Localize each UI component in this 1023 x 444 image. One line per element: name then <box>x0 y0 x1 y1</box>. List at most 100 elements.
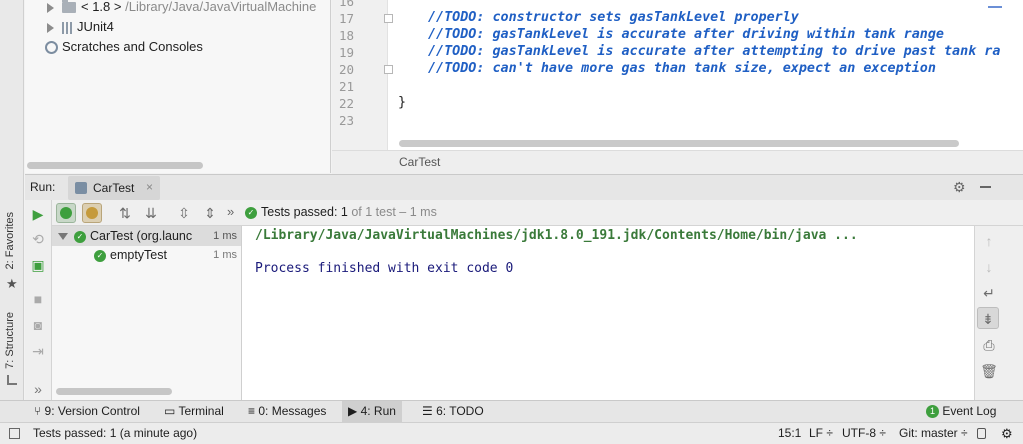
run-side-toolbar: ▶ ⟲ ▣ ■ ◙ ⇥ » <box>25 200 52 400</box>
tree-item-jdk[interactable]: < 1.8 > /Library/Java/JavaVirtualMachine <box>47 0 316 17</box>
fold-marker-icon[interactable] <box>384 65 393 74</box>
rerun-failed-icon[interactable]: ⟲ <box>29 230 47 248</box>
collapse-all-icon[interactable]: ⇕ <box>201 204 219 222</box>
collapse-arrow-icon[interactable] <box>58 233 68 241</box>
close-icon[interactable]: × <box>146 180 153 194</box>
tab-terminal[interactable]: ▭ Terminal <box>158 401 230 422</box>
folder-icon <box>62 0 76 14</box>
tree-item-label: JUnit4 <box>77 19 114 34</box>
line-separator[interactable]: LF ÷ <box>809 423 833 444</box>
bottom-tool-bar: ⑂ 9: Version Control ▭ Terminal ≡ 0: Mes… <box>0 400 1023 422</box>
expand-arrow-icon[interactable] <box>47 2 54 13</box>
minimize-icon[interactable] <box>980 186 991 188</box>
editor-marker-icon <box>988 0 1002 8</box>
structure-icon <box>7 375 17 385</box>
star-icon: ★ <box>6 276 18 291</box>
more-actions-icon[interactable]: » <box>29 380 47 398</box>
tree-item-path: /Library/Java/JavaVirtualMachine <box>125 0 317 14</box>
test-name: CarTest (org.launc <box>90 229 193 243</box>
tool-window-toggle-icon[interactable] <box>9 428 20 439</box>
down-arrow-icon[interactable]: ↓ <box>980 258 998 276</box>
show-passed-toggle[interactable] <box>56 203 76 223</box>
line-number: 20 <box>338 62 354 77</box>
console-side-toolbar: ↑ ↓ ↵ ⇟ ⎙ 🗑 <box>974 226 1023 400</box>
stop-icon[interactable]: ■ <box>29 290 47 308</box>
soft-wrap-icon[interactable]: ↵ <box>980 284 998 302</box>
rerun-icon[interactable]: ▶ <box>29 205 47 223</box>
run-icon: ▶ <box>348 404 358 418</box>
status-message[interactable]: Tests passed: 1 (a minute ago) <box>33 423 197 444</box>
test-duration: 1 ms <box>213 249 237 261</box>
tab-version-control[interactable]: ⑂ 9: Version Control <box>28 401 146 422</box>
run-label: Run: <box>30 180 56 194</box>
code-line-19: //TODO: gasTankLevel is accurate after a… <box>428 44 1000 59</box>
inspector-icon[interactable]: ⚙ <box>1001 423 1013 444</box>
tree-item-label: < 1.8 > <box>81 0 122 14</box>
scratches-icon <box>45 41 58 55</box>
test-runner-toolbar: ⇅ ⇊ ⇳ ⇕ » ✓ Tests passed: 1 of 1 test – 1… <box>52 200 1023 226</box>
test-config-icon <box>75 182 87 194</box>
code-line-18: //TODO: gasTankLevel is accurate after d… <box>428 27 944 42</box>
tree-item-scratches[interactable]: Scratches and Consoles <box>45 37 203 57</box>
tree-item-label: Scratches and Consoles <box>62 39 203 54</box>
editor-gutter: 16 17 18 19 20 21 22 23 <box>332 0 388 150</box>
test-name: emptyTest <box>110 248 167 262</box>
passed-check-icon: ✓ <box>245 206 257 219</box>
status-bar: Tests passed: 1 (a minute ago) 15:1 LF ÷… <box>0 422 1023 444</box>
run-tab-cartest[interactable]: CarTest × <box>68 176 160 200</box>
trash-icon[interactable]: 🗑 <box>980 362 998 380</box>
tab-run[interactable]: ▶ 4: Run <box>342 401 402 422</box>
messages-icon: ≡ <box>248 404 256 418</box>
up-arrow-icon[interactable]: ↑ <box>980 232 998 250</box>
sort-alphabetically-icon[interactable]: ⇅ <box>116 204 134 222</box>
console-output[interactable]: /Library/Java/JavaVirtualMachines/jdk1.8… <box>242 226 974 400</box>
print-icon[interactable]: ⎙ <box>980 336 998 354</box>
caret-position[interactable]: 15:1 <box>778 423 801 444</box>
event-count-badge: 1 <box>926 405 939 419</box>
more-icon[interactable]: » <box>227 204 234 219</box>
file-encoding[interactable]: UTF-8 ÷ <box>842 423 886 444</box>
structure-side-tab[interactable]: 7: Structure <box>4 312 16 369</box>
toggle-autotest-icon[interactable]: ▣ <box>29 256 47 274</box>
sort-by-duration-icon[interactable]: ⇊ <box>142 204 160 222</box>
editor-breadcrumb[interactable]: CarTest <box>399 155 440 169</box>
line-number: 16 <box>338 0 354 9</box>
git-branch[interactable]: Git: master ÷ <box>899 423 968 444</box>
test-tree-scrollbar[interactable] <box>56 388 172 395</box>
line-number: 19 <box>338 45 354 60</box>
code-line-20: //TODO: can't have more gas than tank si… <box>428 61 936 76</box>
editor-horizontal-scrollbar[interactable] <box>399 140 959 147</box>
line-number: 22 <box>338 96 354 111</box>
tab-todo[interactable]: ☰ 6: TODO <box>416 401 490 422</box>
todo-list-icon: ☰ <box>422 404 433 418</box>
editor-breadcrumb-bar: CarTest <box>332 150 1023 174</box>
exit-icon[interactable]: ⇥ <box>29 342 47 360</box>
gear-icon[interactable]: ⚙ <box>953 179 966 196</box>
lock-icon[interactable] <box>977 428 986 439</box>
expand-all-icon[interactable]: ⇳ <box>175 204 193 222</box>
project-tree-panel: < 1.8 > /Library/Java/JavaVirtualMachine… <box>25 0 331 173</box>
tab-messages[interactable]: ≡ 0: Messages <box>242 401 332 422</box>
test-results-tree: ✓ CarTest (org.launc 1 ms ✓ emptyTest 1 ms <box>52 226 242 400</box>
fold-marker-icon[interactable] <box>384 14 393 23</box>
line-number: 21 <box>338 79 354 94</box>
tree-item-junit4[interactable]: JUnit4 <box>47 17 114 37</box>
passed-check-icon: ✓ <box>74 230 86 243</box>
show-ignored-toggle[interactable] <box>82 203 102 223</box>
test-tree-row-emptytest[interactable]: ✓ emptyTest 1 ms <box>94 245 241 265</box>
project-horizontal-scrollbar[interactable] <box>27 162 203 169</box>
scroll-to-end-icon[interactable]: ⇟ <box>977 307 999 329</box>
favorites-side-tab[interactable]: 2: Favorites <box>4 212 16 269</box>
terminal-icon: ▭ <box>164 404 176 418</box>
ignored-icon <box>86 207 98 219</box>
line-number: 17 <box>338 11 354 26</box>
passed-check-icon: ✓ <box>94 249 106 262</box>
test-tree-row-cartest[interactable]: ✓ CarTest (org.launc 1 ms <box>58 226 241 246</box>
tab-event-log[interactable]: 1 Event Log <box>920 401 1002 422</box>
code-editor[interactable]: 16 17 18 19 20 21 22 23 //TODO: construc… <box>332 0 1023 150</box>
camera-icon[interactable]: ◙ <box>29 316 47 334</box>
test-status-summary: ✓ Tests passed: 1 of 1 test – 1 ms <box>245 205 437 219</box>
expand-arrow-icon[interactable] <box>47 22 54 33</box>
branch-icon: ⑂ <box>34 404 42 418</box>
left-tool-strip: 2: Favorites ★ 7: Structure <box>0 0 24 400</box>
